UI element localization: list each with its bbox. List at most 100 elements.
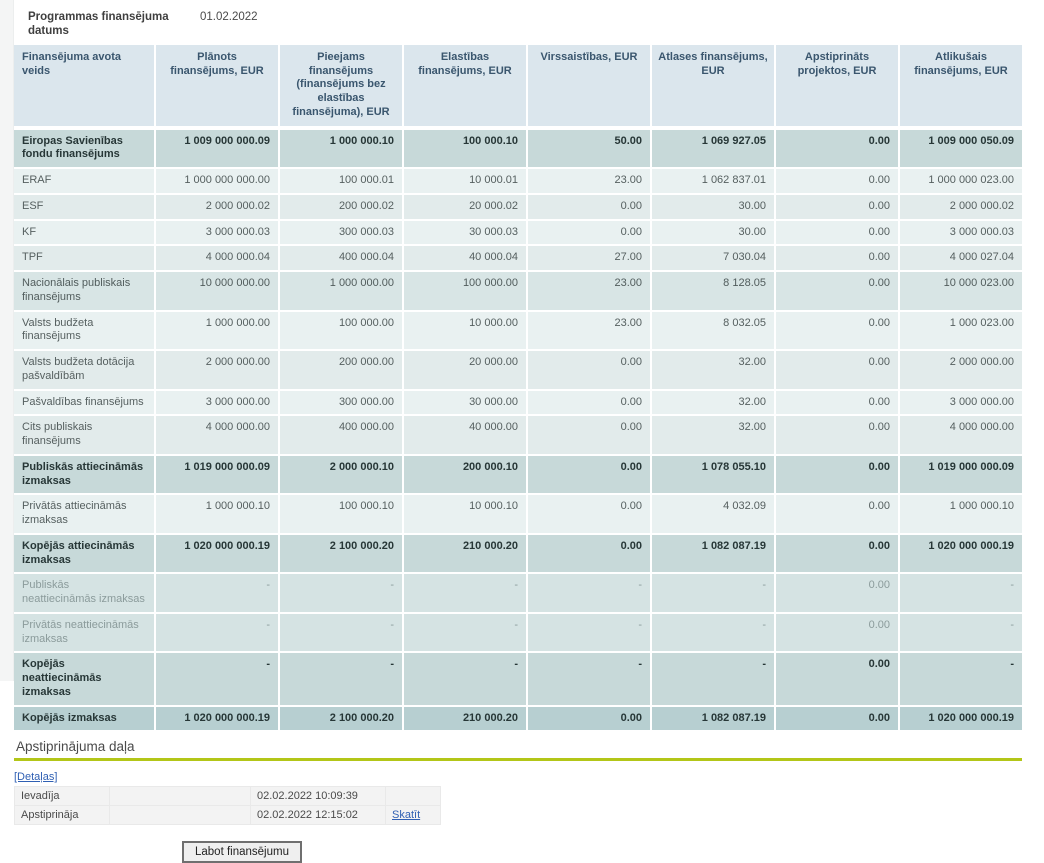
row-label: Privātās attiecināmās izmaksas: [14, 493, 154, 533]
table-cell: 4 000 027.04: [898, 244, 1022, 270]
table-cell: -: [526, 612, 650, 652]
row-label: Cits publiskais finansējums: [14, 414, 154, 454]
table-cell: 0.00: [774, 705, 898, 731]
financing-table: Finansējuma avota veids Plānots finansēj…: [14, 45, 1022, 731]
table-cell: 300 000.00: [278, 389, 402, 415]
table-cell: 0.00: [774, 533, 898, 573]
table-cell: 2 000 000.02: [898, 193, 1022, 219]
table-cell: 1 000 000.10: [898, 493, 1022, 533]
table-cell: 0.00: [774, 167, 898, 193]
table-cell: 0.00: [774, 389, 898, 415]
entered-by-label: Ievadīja: [15, 787, 109, 805]
table-cell: 1 019 000 000.09: [154, 454, 278, 494]
program-date-block: Programmas finansējuma datums 01.02.2022: [14, 0, 1024, 45]
table-cell: 50.00: [526, 128, 650, 168]
table-cell: 0.00: [526, 533, 650, 573]
table-cell: 4 000 000.04: [154, 244, 278, 270]
entered-by-user: [110, 787, 250, 805]
table-cell: 0.00: [526, 389, 650, 415]
table-row: Kopējās izmaksas1 020 000 000.192 100 00…: [14, 705, 1022, 731]
column-header-source: Finansējuma avota veids: [14, 45, 154, 128]
table-row: Publiskās attiecināmās izmaksas1 019 000…: [14, 454, 1022, 494]
column-header-remaining: Atlikušais finansējums, EUR: [898, 45, 1022, 128]
row-label: Eiropas Savienības fondu finansējums: [14, 128, 154, 168]
approved-by-label: Apstiprināja: [15, 806, 109, 824]
table-cell: -: [154, 651, 278, 704]
table-cell: 0.00: [774, 270, 898, 310]
table-cell: 0.00: [526, 705, 650, 731]
table-cell: 3 000 000.03: [898, 219, 1022, 245]
table-cell: -: [402, 612, 526, 652]
table-cell: 30.00: [650, 193, 774, 219]
table-row: KF3 000 000.03300 000.0330 000.030.0030.…: [14, 219, 1022, 245]
table-cell: 3 000 000.00: [154, 389, 278, 415]
table-cell: 8 032.05: [650, 310, 774, 350]
table-cell: 1 000 023.00: [898, 310, 1022, 350]
table-cell: -: [402, 651, 526, 704]
table-cell: 0.00: [774, 349, 898, 389]
table-row: ESF2 000 000.02200 000.0220 000.020.0030…: [14, 193, 1022, 219]
table-cell: -: [402, 572, 526, 612]
content-area: Programmas finansējuma datums 01.02.2022…: [14, 0, 1024, 863]
table-cell: 20 000.02: [402, 193, 526, 219]
table-cell: 23.00: [526, 167, 650, 193]
table-cell: 10 000.01: [402, 167, 526, 193]
row-label: ERAF: [14, 167, 154, 193]
table-cell: 100 000.00: [402, 270, 526, 310]
table-cell: 23.00: [526, 270, 650, 310]
view-link[interactable]: Skatīt: [392, 809, 420, 821]
edit-financing-button[interactable]: Labot finansējumu: [182, 841, 302, 863]
table-cell: -: [898, 651, 1022, 704]
row-label: Publiskās attiecināmās izmaksas: [14, 454, 154, 494]
approved-datetime: 02.02.2022 12:15:02: [251, 806, 385, 824]
table-cell: 0.00: [774, 244, 898, 270]
table-cell: 400 000.00: [278, 414, 402, 454]
table-cell: 32.00: [650, 389, 774, 415]
table-cell: 100 000.01: [278, 167, 402, 193]
table-row: Valsts budžeta finansējums1 000 000.0010…: [14, 310, 1022, 350]
table-cell: 1 020 000 000.19: [154, 533, 278, 573]
row-label: Publiskās neattiecināmās izmaksas: [14, 572, 154, 612]
table-cell: 10 000.00: [402, 310, 526, 350]
table-cell: 1 000 000 023.00: [898, 167, 1022, 193]
table-cell: 400 000.04: [278, 244, 402, 270]
table-cell: 200 000.02: [278, 193, 402, 219]
table-row: Privātās attiecināmās izmaksas1 000 000.…: [14, 493, 1022, 533]
table-cell: 0.00: [774, 493, 898, 533]
column-header-planned: Plānots finansējums, EUR: [154, 45, 278, 128]
column-header-selection: Atlases finansējums, EUR: [650, 45, 774, 128]
entered-action: [386, 787, 440, 805]
table-cell: 1 020 000 000.19: [154, 705, 278, 731]
table-cell: 8 128.05: [650, 270, 774, 310]
table-cell: 27.00: [526, 244, 650, 270]
table-cell: 3 000 000.03: [154, 219, 278, 245]
table-cell: 1 062 837.01: [650, 167, 774, 193]
column-header-overcommitments: Virssaistības, EUR: [526, 45, 650, 128]
table-cell: 1 000 000.10: [154, 493, 278, 533]
table-cell: 0.00: [774, 128, 898, 168]
details-link[interactable]: [Detaļas]: [14, 771, 57, 783]
table-cell: 2 000 000.10: [278, 454, 402, 494]
program-date-label: Programmas finansējuma datums: [28, 10, 178, 39]
table-cell: 3 000 000.00: [898, 389, 1022, 415]
table-cell: 4 000 000.00: [154, 414, 278, 454]
table-cell: 0.00: [526, 349, 650, 389]
row-label: Valsts budžeta finansējums: [14, 310, 154, 350]
row-label: Privātās neattiecināmās izmaksas: [14, 612, 154, 652]
table-cell: 30 000.00: [402, 389, 526, 415]
table-header-row: Finansējuma avota veids Plānots finansēj…: [14, 45, 1022, 128]
table-row: Eiropas Savienības fondu finansējums1 00…: [14, 128, 1022, 168]
page-left-edge: [0, 0, 14, 681]
table-cell: 2 100 000.20: [278, 533, 402, 573]
table-cell: 4 000 000.00: [898, 414, 1022, 454]
table-cell: 0.00: [774, 414, 898, 454]
table-cell: 100 000.00: [278, 310, 402, 350]
row-label: Valsts budžeta dotācija pašvaldībām: [14, 349, 154, 389]
table-cell: 1 082 087.19: [650, 533, 774, 573]
table-cell: 40 000.04: [402, 244, 526, 270]
table-cell: 2 000 000.00: [154, 349, 278, 389]
table-cell: 30 000.03: [402, 219, 526, 245]
table-cell: 10 000 023.00: [898, 270, 1022, 310]
table-cell: 0.00: [526, 454, 650, 494]
approved-by-user: [110, 806, 250, 824]
